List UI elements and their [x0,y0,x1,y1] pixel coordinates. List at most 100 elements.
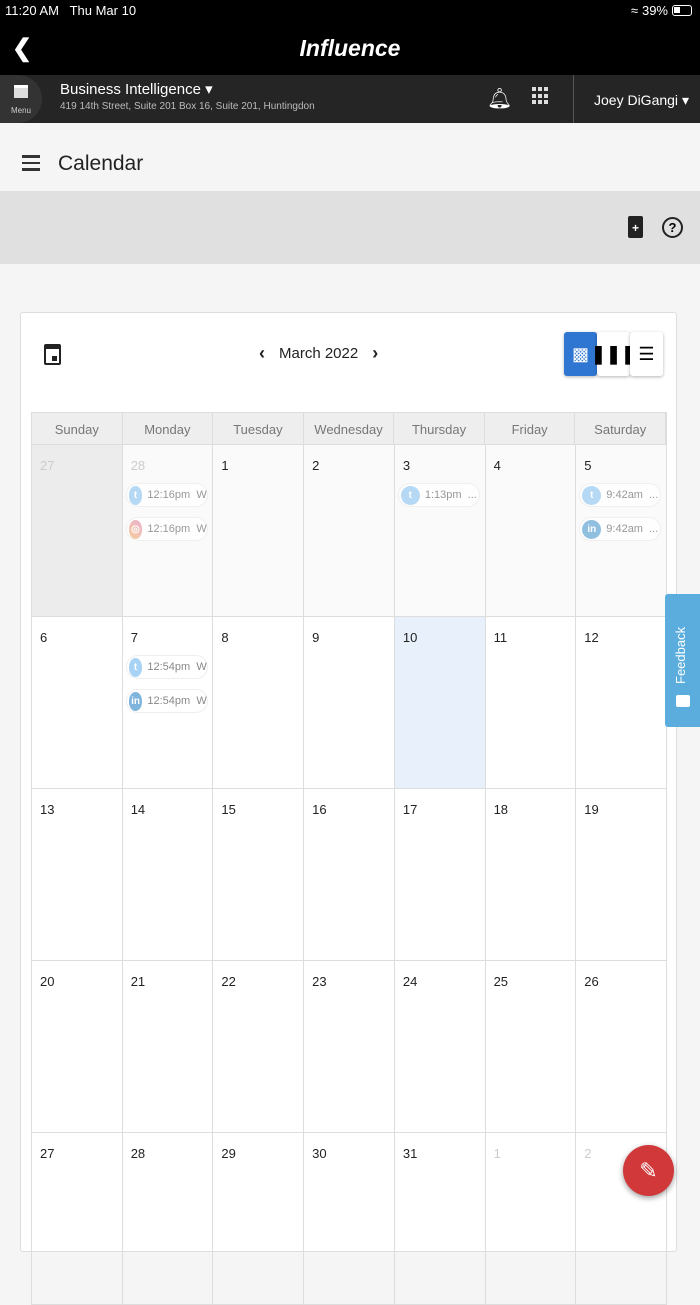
calendar-day[interactable]: 27 [32,445,123,617]
calendar-day[interactable]: 3 t 1:13pm ... [394,445,486,617]
day-number: 12 [584,630,599,645]
bell-icon[interactable]: 🔔︎ [487,86,512,111]
apps-grid-icon[interactable] [532,87,548,105]
scheduled-post[interactable]: ◎ 12:16pm W [125,517,208,541]
day-number: 20 [40,974,55,989]
calendar-today-icon[interactable] [44,344,61,365]
business-selector[interactable]: Business Intelligence ▾ 419 14th Street, … [60,80,315,112]
compose-button[interactable]: ✎ [623,1145,674,1196]
day-number: 5 [584,458,592,473]
scheduled-post[interactable]: in 12:54pm W [125,689,208,713]
day-number: 29 [221,1146,236,1161]
calendar-day[interactable]: 28 [122,1133,214,1305]
calendar-day[interactable]: 18 [485,789,577,961]
day-number: 19 [584,802,599,817]
scheduled-post[interactable]: t 12:54pm W [125,655,208,679]
user-name: Joey DiGangi [594,92,679,108]
scheduled-post[interactable]: t 1:13pm ... [397,483,480,507]
weekday-header: Saturday [575,413,666,446]
calendar-day[interactable]: 1 [213,445,305,617]
day-number: 31 [402,1146,418,1161]
calendar-day[interactable]: 24 [394,961,486,1133]
calendar-day[interactable]: 14 [122,789,214,961]
page-header: Calendar [0,124,700,191]
post-snippet: ... [467,489,477,501]
calendar-day[interactable]: 28 t 12:16pm W ◎ 12:16pm W [122,445,214,617]
day-number: 14 [130,802,146,817]
calendar-day[interactable]: 7 t 12:54pm Win 12:54pm W [122,617,214,789]
day-number: 8 [221,630,229,645]
calendar-day[interactable]: 10 [394,617,486,789]
calendar-day[interactable]: 20 [32,961,123,1133]
day-number: 25 [493,974,509,989]
calendar-day[interactable]: 13 [32,789,123,961]
calendar-day[interactable]: 26 [576,961,667,1133]
post-time: 12:54pm [147,695,191,707]
linkedin-icon: in [582,519,602,539]
day-number: 18 [493,802,509,817]
calendar-week: 27 28 29 30 31 1 2 [31,1133,667,1305]
calendar-day[interactable]: 27 [32,1133,123,1305]
hamburger-icon[interactable] [22,155,40,175]
calendar-day[interactable]: 15 [213,789,305,961]
calendar-day[interactable]: 5 t 9:42am ... in 9:42am ... [576,445,667,617]
user-menu[interactable]: Joey DiGangi ▾ [573,75,700,123]
list-view-button[interactable]: ☰ [630,332,663,376]
day-number: 3 [402,458,411,473]
post-snippet: W [196,523,207,535]
menu-button[interactable]: Menu [0,75,42,123]
calendar-day[interactable]: 23 [304,961,395,1133]
next-month-button[interactable]: › [372,343,378,364]
post-snippet: W [196,661,207,673]
calendar-day[interactable]: 30 [304,1133,395,1305]
calendar-day[interactable]: 31 [394,1133,486,1305]
calendar-day[interactable]: 17 [394,789,486,961]
app-logo: Influence [299,35,401,61]
calendar-grid: Sunday Monday Tuesday Wednesday Thursday Frid… [31,412,667,1305]
calendar-day[interactable]: 29 [213,1133,305,1305]
day-number: 22 [221,974,236,989]
battery-level: 39% [641,3,668,18]
month-label: March 2022 [279,345,359,362]
day-number: 10 [402,630,418,645]
calendar-day[interactable]: 22 [213,961,305,1133]
calendar-day[interactable]: 25 [485,961,577,1133]
calendar-day[interactable]: 16 [304,789,395,961]
store-icon [14,85,28,98]
calendar-day[interactable]: 1 [485,1133,577,1305]
day-number: 27 [40,1146,55,1161]
calendar-day[interactable]: 6 [32,617,123,789]
business-name: Business Intelligence [60,81,201,98]
calendar-day[interactable]: 8 [213,617,305,789]
day-number: 27 [40,458,55,473]
feedback-tab[interactable]: Feedback [665,594,700,727]
week-view-button[interactable]: ❚❚❚ [591,332,636,376]
weekday-header: Thursday [394,413,485,446]
linkedin-icon: in [128,691,143,711]
calendar-day[interactable]: 12 [576,617,667,789]
calendar-day[interactable]: 19 [576,789,667,961]
scheduled-post[interactable]: t 12:16pm W [125,483,208,507]
day-number: 28 [130,1146,146,1161]
day-number: 16 [312,802,327,817]
twitter-icon: t [582,485,602,505]
calendar-day[interactable]: 4 [485,445,577,617]
scheduled-post[interactable]: t 9:42am ... [579,483,662,507]
scheduled-post[interactable]: in 9:42am ... [579,517,662,541]
instagram-icon: ◎ [128,519,143,539]
calendar-day[interactable]: 2 [304,445,395,617]
calendar-day[interactable]: 21 [122,961,214,1133]
calendar-day[interactable]: 9 [304,617,395,789]
calendar-week: 27 28 t 12:16pm W ◎ 12:16pm W 1 2 3 t 1:13pm ... 4 5… [31,445,667,617]
prev-month-button[interactable]: ‹ [259,343,265,364]
wifi-icon: ≈ [630,3,638,18]
post-time: 12:54pm [147,661,191,673]
help-icon[interactable]: ? [662,217,683,238]
calendar-week: 13 14 15 16 17 18 19 [31,789,667,961]
weekday-header: Tuesday [213,413,304,446]
calendar-day[interactable]: 11 [485,617,577,789]
new-document-icon[interactable]: + [628,216,643,238]
battery-icon [672,5,692,16]
day-number: 1 [493,1146,501,1161]
post-time: 9:42am [606,489,643,501]
